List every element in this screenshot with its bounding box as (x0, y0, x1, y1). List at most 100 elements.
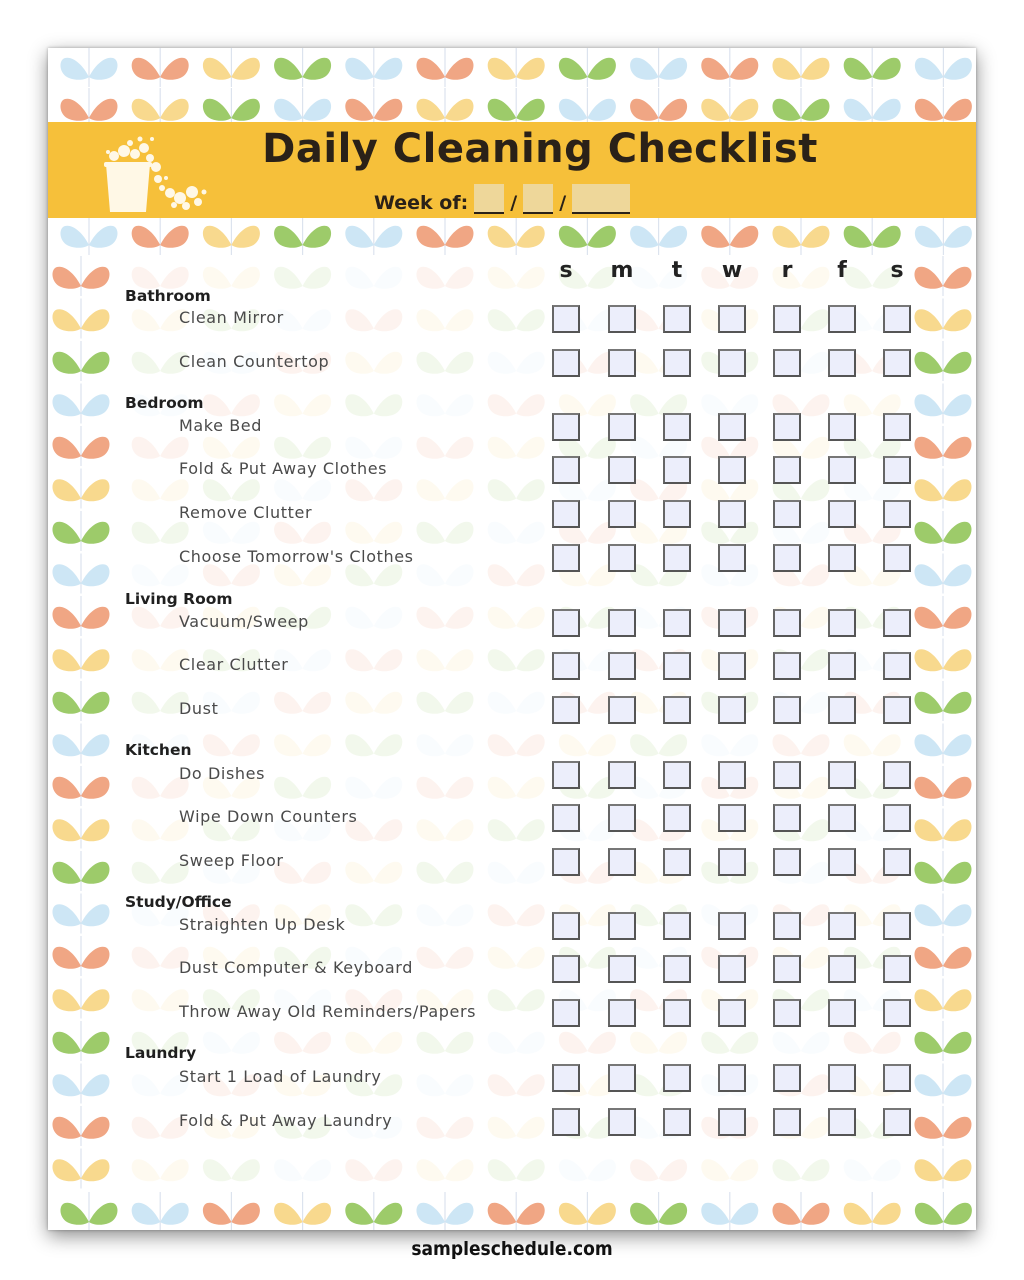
task-checkbox-day-1[interactable] (608, 305, 636, 333)
task-checkbox-day-5[interactable] (828, 804, 856, 832)
task-checkbox-day-5[interactable] (828, 609, 856, 637)
task-checkbox-day-2[interactable] (663, 1108, 691, 1136)
task-checkbox-day-2[interactable] (663, 804, 691, 832)
task-checkbox-day-3[interactable] (718, 349, 746, 377)
task-checkbox-day-0[interactable] (552, 456, 580, 484)
task-checkbox-day-1[interactable] (608, 609, 636, 637)
task-checkbox-day-4[interactable] (773, 609, 801, 637)
task-checkbox-day-2[interactable] (663, 652, 691, 680)
task-checkbox-day-6[interactable] (883, 761, 911, 789)
task-checkbox-day-2[interactable] (663, 696, 691, 724)
task-checkbox-day-2[interactable] (663, 500, 691, 528)
task-checkbox-day-1[interactable] (608, 999, 636, 1027)
task-checkbox-day-0[interactable] (552, 609, 580, 637)
task-checkbox-day-6[interactable] (883, 305, 911, 333)
task-checkbox-day-1[interactable] (608, 500, 636, 528)
task-checkbox-day-1[interactable] (608, 349, 636, 377)
task-checkbox-day-4[interactable] (773, 456, 801, 484)
task-checkbox-day-6[interactable] (883, 456, 911, 484)
task-checkbox-day-3[interactable] (718, 1108, 746, 1136)
task-checkbox-day-4[interactable] (773, 1108, 801, 1136)
task-checkbox-day-1[interactable] (608, 848, 636, 876)
task-checkbox-day-2[interactable] (663, 999, 691, 1027)
task-checkbox-day-6[interactable] (883, 609, 911, 637)
task-checkbox-day-5[interactable] (828, 652, 856, 680)
task-checkbox-day-4[interactable] (773, 999, 801, 1027)
task-checkbox-day-0[interactable] (552, 804, 580, 832)
task-checkbox-day-1[interactable] (608, 652, 636, 680)
task-checkbox-day-3[interactable] (718, 1064, 746, 1092)
task-checkbox-day-2[interactable] (663, 912, 691, 940)
task-checkbox-day-0[interactable] (552, 761, 580, 789)
task-checkbox-day-6[interactable] (883, 955, 911, 983)
task-checkbox-day-2[interactable] (663, 761, 691, 789)
task-checkbox-day-3[interactable] (718, 912, 746, 940)
task-checkbox-day-6[interactable] (883, 804, 911, 832)
task-checkbox-day-5[interactable] (828, 456, 856, 484)
task-checkbox-day-3[interactable] (718, 696, 746, 724)
task-checkbox-day-0[interactable] (552, 652, 580, 680)
task-checkbox-day-5[interactable] (828, 999, 856, 1027)
task-checkbox-day-0[interactable] (552, 305, 580, 333)
task-checkbox-day-5[interactable] (828, 912, 856, 940)
task-checkbox-day-1[interactable] (608, 912, 636, 940)
task-checkbox-day-1[interactable] (608, 804, 636, 832)
task-checkbox-day-6[interactable] (883, 652, 911, 680)
task-checkbox-day-3[interactable] (718, 804, 746, 832)
task-checkbox-day-5[interactable] (828, 500, 856, 528)
task-checkbox-day-3[interactable] (718, 413, 746, 441)
task-checkbox-day-2[interactable] (663, 955, 691, 983)
task-checkbox-day-3[interactable] (718, 761, 746, 789)
task-checkbox-day-0[interactable] (552, 999, 580, 1027)
task-checkbox-day-0[interactable] (552, 544, 580, 572)
task-checkbox-day-2[interactable] (663, 413, 691, 441)
task-checkbox-day-3[interactable] (718, 999, 746, 1027)
task-checkbox-day-0[interactable] (552, 413, 580, 441)
task-checkbox-day-4[interactable] (773, 696, 801, 724)
task-checkbox-day-5[interactable] (828, 1064, 856, 1092)
task-checkbox-day-1[interactable] (608, 696, 636, 724)
task-checkbox-day-2[interactable] (663, 848, 691, 876)
task-checkbox-day-4[interactable] (773, 305, 801, 333)
task-checkbox-day-3[interactable] (718, 609, 746, 637)
task-checkbox-day-0[interactable] (552, 955, 580, 983)
task-checkbox-day-6[interactable] (883, 1108, 911, 1136)
task-checkbox-day-1[interactable] (608, 955, 636, 983)
task-checkbox-day-3[interactable] (718, 955, 746, 983)
task-checkbox-day-2[interactable] (663, 1064, 691, 1092)
task-checkbox-day-3[interactable] (718, 500, 746, 528)
task-checkbox-day-3[interactable] (718, 456, 746, 484)
task-checkbox-day-0[interactable] (552, 848, 580, 876)
task-checkbox-day-2[interactable] (663, 609, 691, 637)
task-checkbox-day-2[interactable] (663, 456, 691, 484)
task-checkbox-day-4[interactable] (773, 848, 801, 876)
task-checkbox-day-3[interactable] (718, 652, 746, 680)
task-checkbox-day-4[interactable] (773, 955, 801, 983)
task-checkbox-day-3[interactable] (718, 848, 746, 876)
task-checkbox-day-0[interactable] (552, 1108, 580, 1136)
task-checkbox-day-6[interactable] (883, 848, 911, 876)
task-checkbox-day-1[interactable] (608, 1064, 636, 1092)
task-checkbox-day-5[interactable] (828, 413, 856, 441)
task-checkbox-day-5[interactable] (828, 349, 856, 377)
task-checkbox-day-6[interactable] (883, 999, 911, 1027)
task-checkbox-day-5[interactable] (828, 544, 856, 572)
task-checkbox-day-1[interactable] (608, 456, 636, 484)
task-checkbox-day-6[interactable] (883, 912, 911, 940)
task-checkbox-day-0[interactable] (552, 1064, 580, 1092)
task-checkbox-day-3[interactable] (718, 544, 746, 572)
task-checkbox-day-2[interactable] (663, 305, 691, 333)
task-checkbox-day-0[interactable] (552, 696, 580, 724)
task-checkbox-day-4[interactable] (773, 1064, 801, 1092)
task-checkbox-day-4[interactable] (773, 761, 801, 789)
task-checkbox-day-6[interactable] (883, 1064, 911, 1092)
task-checkbox-day-5[interactable] (828, 848, 856, 876)
task-checkbox-day-2[interactable] (663, 544, 691, 572)
task-checkbox-day-5[interactable] (828, 761, 856, 789)
task-checkbox-day-5[interactable] (828, 1108, 856, 1136)
task-checkbox-day-4[interactable] (773, 912, 801, 940)
task-checkbox-day-6[interactable] (883, 544, 911, 572)
task-checkbox-day-1[interactable] (608, 544, 636, 572)
task-checkbox-day-5[interactable] (828, 696, 856, 724)
task-checkbox-day-4[interactable] (773, 804, 801, 832)
